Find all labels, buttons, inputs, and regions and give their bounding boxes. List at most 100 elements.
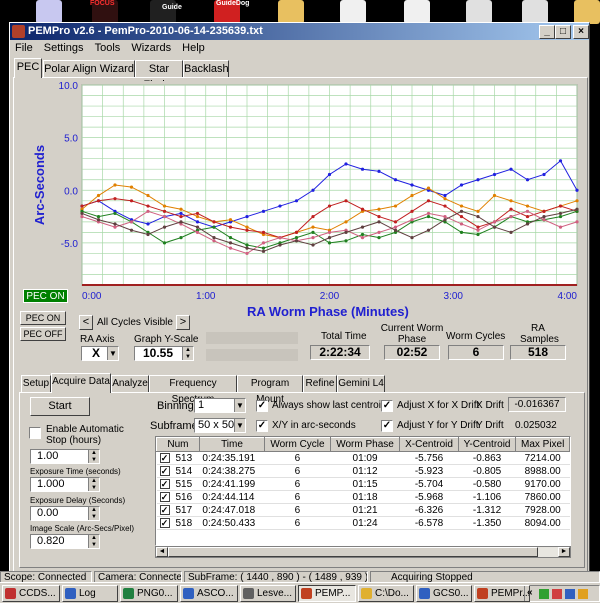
data-point [542,214,546,219]
prev-cycle-button[interactable]: < [79,315,93,330]
document-icon[interactable] [404,0,430,24]
minimize-button[interactable]: _ [539,25,555,39]
exposure-delay-input[interactable]: 0.00 ▲ ▼ [30,506,100,521]
tray-app-icon[interactable] [552,589,562,599]
menu-tools[interactable]: Tools [95,42,121,54]
desktop-app-icon[interactable] [36,0,62,24]
row-checkbox[interactable]: ✓ [159,491,170,502]
tab-refine[interactable]: Refine [303,375,337,393]
taskbar-button[interactable]: ASCO... [180,585,238,602]
menu-wizards[interactable]: Wizards [131,42,171,54]
row-checkbox[interactable]: ✓ [159,465,170,476]
taskbar-button[interactable]: PEMPr... [474,585,530,602]
taskbar-button[interactable]: C:\Do... [358,585,414,602]
row-checkbox[interactable]: ✓ [159,504,170,515]
maximize-button[interactable]: □ [555,25,571,39]
adjust-y-checkbox[interactable]: ✓ [381,420,393,432]
taskbar-button[interactable]: GCS0... [416,585,472,602]
table-row[interactable]: ✓ 514 0:24:38.275 6 01:12 -5.923 -0.805 8988.00 [156,464,570,478]
spinner-icon[interactable]: ▲ ▼ [88,478,99,491]
close-button[interactable]: × [573,25,589,39]
row-checkbox[interactable]: ✓ [159,452,170,463]
next-cycle-button[interactable]: > [176,315,190,330]
row-checkbox[interactable]: ✓ [159,517,170,528]
table-row[interactable]: ✓ 513 0:24:35.191 6 01:09 -5.756 -0.863 7214.00 [156,451,570,465]
spinner-icon[interactable]: ▲ ▼ [182,347,193,360]
taskbar-button[interactable]: PEMP... [298,585,356,602]
subframe-select[interactable]: 50 x 50 ▼ [194,418,246,433]
scroll-right-icon[interactable]: ► [558,547,570,557]
folder-icon[interactable] [574,0,600,24]
exposure-time-input[interactable]: 1.000 ▲ ▼ [30,477,100,492]
data-table[interactable]: Num Time Worm Cycle Worm Phase X-Centroid Y-C… [155,436,571,546]
table-row[interactable]: ✓ 517 0:24:47.018 6 01:21 -6.326 -1.312 7928.00 [156,503,570,517]
tab-backlash[interactable]: Backlash [183,60,229,78]
spinner-icon[interactable]: ▲ ▼ [88,535,99,548]
table-row[interactable]: ✓ 516 0:24:44.114 6 01:18 -5.968 -1.106 7860.00 [156,490,570,504]
pec-off-button[interactable]: PEC OFF [20,327,66,341]
taskbar-button[interactable]: PNG0... [120,585,178,602]
menu-settings[interactable]: Settings [44,42,84,54]
tray-app-icon[interactable] [578,589,588,599]
data-point [344,199,348,203]
column-header[interactable]: Max Pixel [515,437,570,452]
ra-axis-select[interactable]: X ▼ [81,346,119,361]
column-header[interactable]: Time [198,437,266,452]
data-point [410,193,414,198]
table-row[interactable]: ✓ 515 0:24:41.199 6 01:15 -5.704 -0.580 9170.00 [156,477,570,491]
table-row[interactable]: ✓ 518 0:24:50.433 6 01:24 -6.578 -1.350 8094.00 [156,516,570,530]
data-point [179,214,183,219]
graph-yscale-input[interactable]: 10.55 ▲ ▼ [134,346,194,361]
tab-setup[interactable]: Setup [21,375,51,393]
start-button[interactable]: Start [30,397,90,416]
adjust-x-checkbox[interactable]: ✓ [381,400,393,412]
tab-frequency-spectrum[interactable]: Frequency Spectrum [149,375,237,405]
taskbar-app-icon [419,588,430,599]
column-header[interactable]: X-Centroid [399,437,459,452]
tab-star-finder[interactable]: Star Finder [135,60,183,91]
horizontal-scrollbar[interactable]: ◄ ► [155,546,571,558]
document-icon[interactable] [340,0,366,24]
tab-pec[interactable]: PEC [14,58,42,78]
binning-select[interactable]: 1 ▼ [194,398,246,413]
pec-on-button[interactable]: PEC ON [20,311,66,325]
image-scale-input[interactable]: 0.820 ▲ ▼ [30,534,100,549]
always-show-checkbox[interactable]: ✓ [256,400,268,412]
document-icon[interactable] [522,0,548,24]
column-header[interactable]: Y-Centroid [457,437,517,452]
title-bar[interactable]: PEMPro v2.6 - PemPro-2010-06-14-235639.t… [10,23,589,40]
tab-gemini-l4[interactable]: Gemini L4 [337,375,385,393]
data-point [525,178,530,182]
taskbar-button[interactable]: Log [62,585,118,602]
tab-polar-align-wizard[interactable]: Polar Align Wizard [43,60,135,78]
chevron-down-icon[interactable]: ▼ [234,399,245,412]
taskbar-button[interactable]: CCDS... [2,585,60,602]
xy-arcsec-checkbox[interactable]: ✓ [256,420,268,432]
tab-analyze[interactable]: Analyze [111,375,149,393]
taskbar-button[interactable]: Lesve... [240,585,296,602]
tab-program-mount[interactable]: Program Mount [237,375,303,405]
chevron-down-icon[interactable]: ▼ [107,347,118,360]
column-header[interactable]: Num [156,437,200,452]
tray-app-icon[interactable] [565,589,575,599]
auto-stop-input[interactable]: 1.00 ▲ ▼ [30,449,100,464]
data-point [360,167,365,171]
tray-app-icon[interactable] [539,589,549,599]
data-point [195,220,200,224]
auto-stop-checkbox[interactable] [29,427,41,439]
ra-samples-value: 518 [510,345,566,360]
column-header[interactable]: Worm Cycle [264,437,331,452]
document-icon[interactable] [466,0,492,24]
menu-help[interactable]: Help [182,42,205,54]
spinner-icon[interactable]: ▲ ▼ [88,507,99,520]
column-header[interactable]: Worm Phase [329,437,401,452]
folder-icon[interactable] [278,0,304,24]
spinner-icon[interactable]: ▲ ▼ [88,450,99,463]
chevron-down-icon[interactable]: ▼ [234,419,245,432]
row-checkbox[interactable]: ✓ [159,478,170,489]
menu-file[interactable]: File [15,42,33,54]
scroll-thumb[interactable] [168,547,538,557]
tab-acquire-data[interactable]: Acquire Data [51,373,111,393]
scroll-left-icon[interactable]: ◄ [156,547,168,557]
data-point [195,214,200,219]
